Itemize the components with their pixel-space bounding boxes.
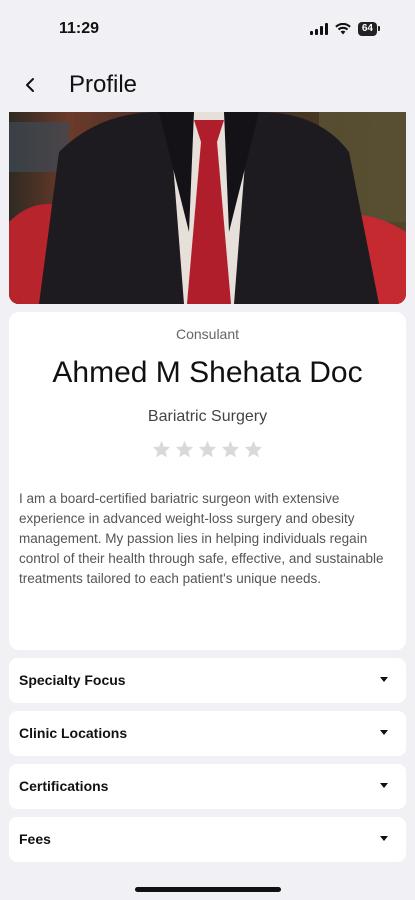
rating-stars bbox=[9, 440, 406, 458]
star-icon bbox=[244, 440, 263, 458]
section-clinic-locations[interactable]: Clinic Locations bbox=[9, 711, 406, 756]
section-fees[interactable]: Fees bbox=[9, 817, 406, 862]
status-time: 11:29 bbox=[59, 20, 100, 37]
caret-down-icon bbox=[380, 783, 388, 788]
section-label: Certifications bbox=[19, 778, 109, 794]
page-title: Profile bbox=[69, 71, 138, 98]
section-label: Specialty Focus bbox=[19, 672, 126, 688]
caret-down-icon bbox=[380, 677, 388, 682]
app-header: Profile bbox=[0, 62, 415, 108]
doctor-bio: I am a board-certified bariatric surgeon… bbox=[19, 491, 384, 586]
section-label: Fees bbox=[19, 831, 51, 847]
star-icon bbox=[175, 440, 194, 458]
consultant-label: Consulant bbox=[175, 326, 240, 342]
battery-icon: 64 bbox=[357, 22, 381, 36]
section-specialty-focus[interactable]: Specialty Focus bbox=[9, 658, 406, 703]
cellular-signal-icon bbox=[309, 23, 328, 35]
caret-down-icon bbox=[380, 730, 388, 735]
star-icon bbox=[152, 440, 171, 458]
doctor-specialty: Bariatric Surgery bbox=[147, 408, 268, 425]
home-indicator[interactable] bbox=[135, 887, 281, 892]
doctor-photo-image bbox=[9, 112, 406, 304]
profile-card: Consulant Ahmed M Shehata Doc Bariatric … bbox=[9, 312, 406, 650]
wifi-icon bbox=[335, 23, 351, 35]
star-icon bbox=[198, 440, 217, 458]
star-icon bbox=[221, 440, 240, 458]
back-button[interactable] bbox=[16, 70, 44, 100]
chevron-left-icon bbox=[26, 78, 34, 92]
status-icons: 64 bbox=[309, 22, 381, 36]
status-bar: 11:29 64 bbox=[0, 0, 415, 60]
section-certifications[interactable]: Certifications bbox=[9, 764, 406, 809]
doctor-name: Ahmed M Shehata Doc bbox=[52, 356, 363, 389]
section-label: Clinic Locations bbox=[19, 725, 128, 741]
caret-down-icon bbox=[380, 836, 388, 841]
doctor-photo bbox=[9, 112, 406, 304]
